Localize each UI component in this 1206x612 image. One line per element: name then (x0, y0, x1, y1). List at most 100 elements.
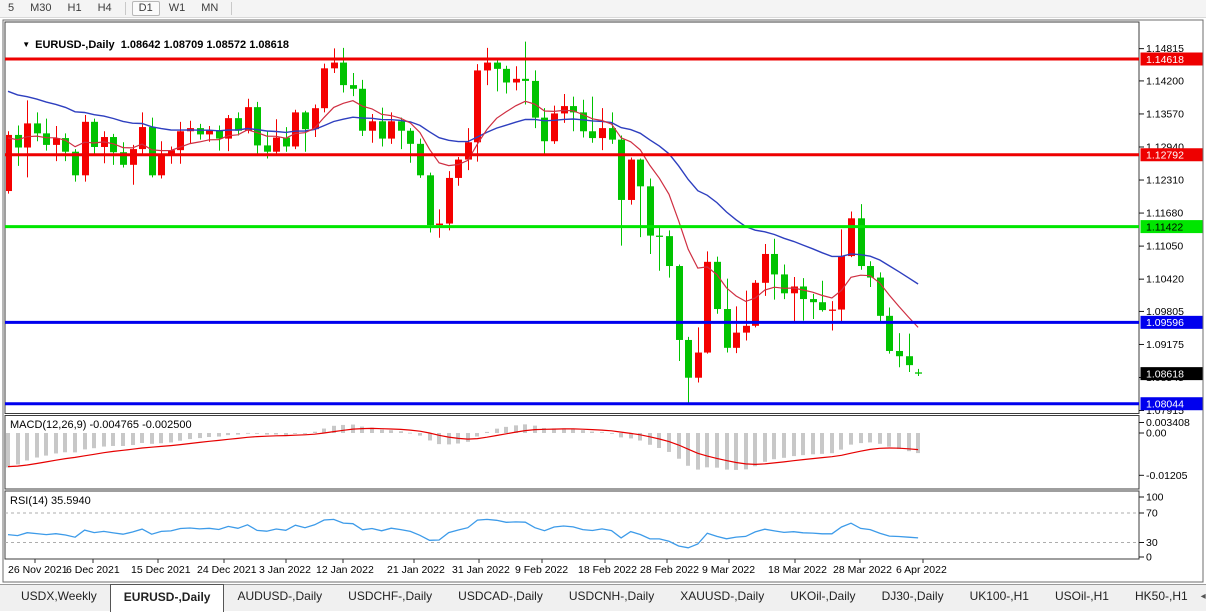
svg-text:21 Jan 2022: 21 Jan 2022 (387, 564, 445, 576)
candle-body (838, 256, 845, 309)
timeframe-toolbar: 5M30H1H4 D1W1MN (0, 0, 1206, 18)
candle-body (628, 160, 635, 200)
tf-button-5[interactable]: 5 (1, 1, 21, 16)
candle-body (417, 144, 424, 175)
svg-text:12 Jan 2022: 12 Jan 2022 (316, 564, 374, 576)
tab-scroll-left-icon[interactable]: ◂ (1201, 591, 1206, 602)
main-price-pane[interactable] (5, 22, 1139, 414)
svg-text:1.12792: 1.12792 (1146, 150, 1184, 162)
candle-body (43, 133, 50, 145)
candle-body (321, 68, 328, 108)
svg-text:1.10420: 1.10420 (1146, 274, 1184, 286)
svg-text:100: 100 (1146, 492, 1164, 504)
macd-indicator-label: MACD(12,26,9) -0.004765 -0.002500 (10, 419, 192, 431)
candle-body (494, 63, 501, 69)
candle-body (599, 128, 606, 138)
candle-body (264, 145, 271, 151)
svg-text:31 Jan 2022: 31 Jan 2022 (452, 564, 510, 576)
svg-text:18 Mar 2022: 18 Mar 2022 (768, 564, 827, 576)
candle-body (446, 178, 453, 224)
tab-usdx-weekly[interactable]: USDX,Weekly (8, 585, 110, 611)
tab-eurusd-daily[interactable]: EURUSD-,Daily (110, 584, 225, 612)
candle-body (82, 122, 89, 175)
candle-body (254, 107, 261, 145)
candle-body (522, 79, 529, 81)
tf-button-mn[interactable]: MN (194, 1, 225, 16)
tf-button-h1[interactable]: H1 (61, 1, 89, 16)
candle-body (465, 142, 472, 159)
chevron-down-icon[interactable]: ▼ (22, 40, 30, 49)
tab-ukoil-daily[interactable]: UKOil-,Daily (777, 585, 868, 611)
tab-dj30-daily[interactable]: DJ30-,Daily (869, 585, 957, 611)
candle-body (695, 353, 702, 378)
candle-body (666, 236, 673, 266)
candle-body (312, 108, 319, 129)
chart-canvas[interactable]: 1.148151.142001.135701.129401.123101.116… (0, 0, 1206, 610)
candle-body (503, 69, 510, 83)
candle-body (676, 266, 683, 340)
price-tag-1.12792: 1.12792 (1141, 148, 1203, 161)
tab-usdcnh-daily[interactable]: USDCNH-,Daily (556, 585, 667, 611)
candle-body (359, 89, 366, 131)
svg-text:15 Dec 2021: 15 Dec 2021 (131, 564, 191, 576)
tab-xauusd-daily[interactable]: XAUUSD-,Daily (667, 585, 777, 611)
tab-usdchf-daily[interactable]: USDCHF-,Daily (335, 585, 445, 611)
candle-body (752, 283, 759, 326)
candle-body (197, 128, 204, 134)
svg-text:18 Feb 2022: 18 Feb 2022 (578, 564, 637, 576)
tf-button-w1[interactable]: W1 (162, 1, 193, 16)
svg-text:1.11050: 1.11050 (1146, 241, 1183, 253)
candle-body (800, 286, 807, 299)
tab-hk50-h1[interactable]: HK50-,H1 (1122, 585, 1201, 611)
svg-text:1.09175: 1.09175 (1146, 339, 1184, 351)
svg-text:1.08044: 1.08044 (1146, 399, 1184, 411)
candle-body (762, 254, 769, 283)
price-tag-1.14618: 1.14618 (1141, 53, 1203, 66)
svg-text:1.11680: 1.11680 (1146, 208, 1183, 220)
candle-body (656, 236, 663, 237)
price-tag-1.08044: 1.08044 (1141, 397, 1203, 410)
current-price-tag: 1.08618 (1141, 367, 1203, 380)
candle-body (379, 121, 386, 138)
candle-body (407, 131, 414, 144)
candle-body (829, 310, 836, 311)
tab-audusd-daily[interactable]: AUDUSD-,Daily (224, 585, 335, 611)
candle-body (906, 356, 913, 365)
candle-body (350, 85, 357, 89)
svg-text:3 Jan 2022: 3 Jan 2022 (259, 564, 311, 576)
candle-body (130, 149, 137, 165)
chart-ohlc-values: 1.08642 1.08709 1.08572 1.08618 (121, 39, 289, 51)
svg-text:1.13570: 1.13570 (1146, 108, 1184, 120)
svg-text:0.00: 0.00 (1146, 428, 1167, 440)
candle-body (733, 333, 740, 348)
tab-usoil-h1[interactable]: USOil-,H1 (1042, 585, 1122, 611)
candle-body (819, 302, 826, 310)
candle-body (24, 123, 31, 147)
tf-button-d1[interactable]: D1 (132, 1, 160, 16)
tf-button-h4[interactable]: H4 (91, 1, 119, 16)
candle-body (283, 138, 290, 147)
toolbar-separator (125, 2, 126, 15)
svg-text:1.14618: 1.14618 (1146, 54, 1184, 66)
candle-body (896, 351, 903, 356)
tab-uk100-h1[interactable]: UK100-,H1 (957, 585, 1042, 611)
candle-body (589, 131, 596, 138)
rsi-pane[interactable] (5, 491, 1139, 559)
candle-body (436, 224, 443, 226)
candle-body (714, 262, 721, 309)
candle-body (292, 112, 299, 146)
tab-scroll-arrows: ◂▸ (1201, 585, 1206, 607)
candle-body (810, 299, 817, 302)
svg-text:-0.01205: -0.01205 (1146, 470, 1188, 482)
candle-body (647, 186, 654, 235)
candle-body (245, 107, 252, 131)
price-tag-1.11422: 1.11422 (1141, 220, 1203, 233)
tf-button-m30[interactable]: M30 (23, 1, 58, 16)
candle-body (743, 326, 750, 333)
candle-body (149, 127, 156, 175)
candle-body (340, 63, 347, 86)
rsi-indicator-label: RSI(14) 35.5940 (10, 495, 91, 507)
candle-body (561, 106, 568, 113)
candle-body (5, 135, 12, 191)
tab-usdcad-daily[interactable]: USDCAD-,Daily (445, 585, 556, 611)
